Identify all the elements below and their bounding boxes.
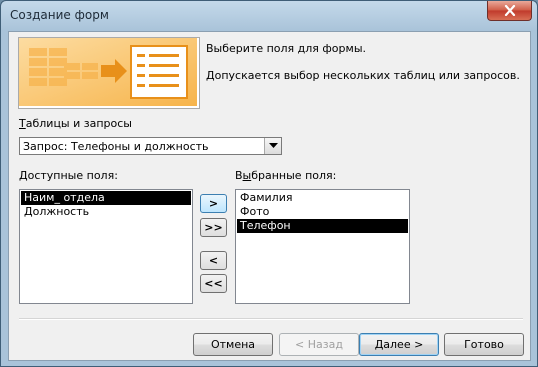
- tables-queries-label: Таблицы и запросы: [19, 117, 132, 130]
- add-field-button[interactable]: >: [200, 194, 227, 213]
- list-item[interactable]: Наим_ отдела: [21, 191, 191, 205]
- wizard-window: Создание форм Выберите поля для формы. Д…: [0, 0, 538, 367]
- title-bar: Создание форм: [1, 1, 537, 31]
- chevron-down-icon: [268, 143, 278, 148]
- footer-divider: [19, 318, 523, 320]
- cancel-button[interactable]: Отмена: [193, 333, 273, 356]
- remove-field-button[interactable]: <: [200, 251, 227, 270]
- remove-all-fields-button[interactable]: <<: [200, 274, 227, 293]
- tables-queries-value: Запрос: Телефоны и должность: [23, 140, 209, 153]
- close-button[interactable]: [487, 1, 532, 21]
- available-fields-list[interactable]: Наим_ отдела Должность: [19, 189, 193, 304]
- close-icon: [504, 5, 515, 16]
- available-fields-label: Доступные поля:: [19, 169, 118, 182]
- list-item[interactable]: Фото: [237, 205, 408, 219]
- wizard-banner-image: [18, 37, 200, 109]
- header-instruction: Выберите поля для формы.: [206, 42, 366, 55]
- next-button[interactable]: Далее >: [359, 333, 439, 356]
- add-all-fields-button[interactable]: >>: [200, 218, 227, 237]
- selected-fields-label: Выбранные поля:: [235, 169, 337, 182]
- selected-fields-list[interactable]: Фамилия Фото Телефон: [235, 189, 410, 304]
- back-button[interactable]: < Назад: [279, 333, 359, 356]
- list-item[interactable]: Телефон: [237, 219, 408, 233]
- finish-button[interactable]: Готово: [444, 333, 524, 356]
- list-item[interactable]: Фамилия: [237, 191, 408, 205]
- window-title: Создание форм: [10, 8, 109, 22]
- list-item[interactable]: Должность: [21, 205, 191, 219]
- dropdown-button[interactable]: [264, 138, 281, 154]
- header-note: Допускается выбор нескольких таблиц или …: [206, 69, 520, 82]
- dialog-body: Выберите поля для формы. Допускается выб…: [8, 31, 531, 361]
- tables-queries-select[interactable]: Запрос: Телефоны и должность: [19, 137, 282, 155]
